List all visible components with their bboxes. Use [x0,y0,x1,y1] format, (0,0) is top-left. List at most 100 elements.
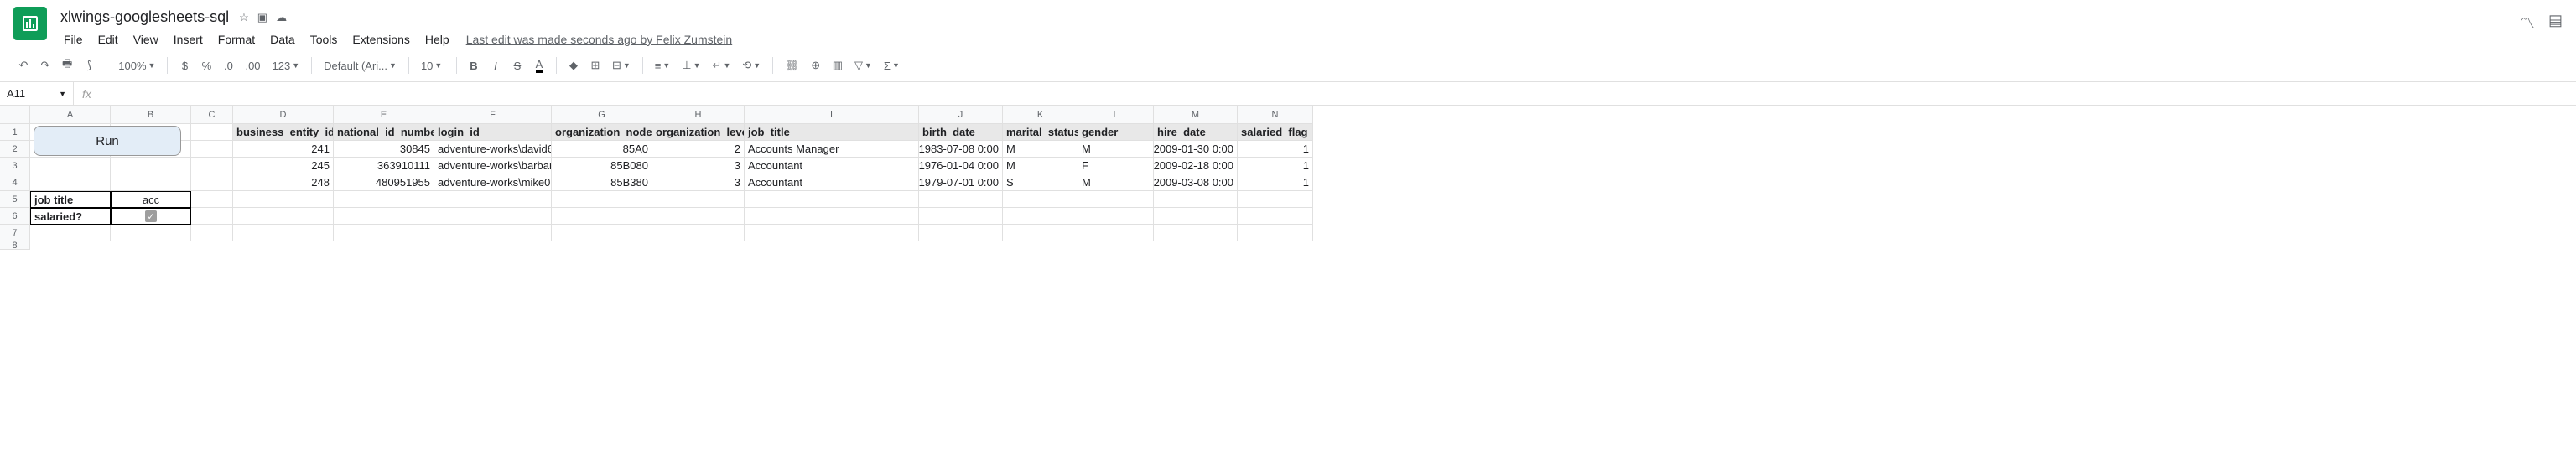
percent-icon[interactable]: % [196,54,216,76]
cell[interactable]: Accountant [745,158,919,174]
cell[interactable] [1078,225,1154,241]
col-header[interactable]: J [919,106,1003,124]
format-dropdown[interactable]: 123▼ [267,56,305,75]
chart-icon[interactable]: ▥ [828,54,848,76]
row-header[interactable]: 3 [0,158,30,174]
font-size-dropdown[interactable]: 10▼ [416,56,449,75]
cell[interactable] [552,208,652,225]
cell[interactable] [1003,208,1078,225]
cell[interactable] [1154,208,1238,225]
cell[interactable] [233,208,334,225]
cell[interactable]: 1983-07-08 0:00 [919,141,1003,158]
cell[interactable] [334,191,434,208]
activity-icon[interactable]: 〽 [2520,12,2535,34]
move-icon[interactable]: ▣ [257,11,267,24]
cell[interactable] [552,225,652,241]
doc-title[interactable]: xlwings-googlesheets-sql [57,7,232,28]
cell[interactable]: 480951955 [334,174,434,191]
cell[interactable]: 30845 [334,141,434,158]
table-header[interactable]: business_entity_id [233,124,334,141]
col-header[interactable]: N [1238,106,1313,124]
cell[interactable] [191,174,233,191]
redo-icon[interactable]: ↷ [35,54,55,76]
col-header[interactable]: D [233,106,334,124]
undo-icon[interactable]: ↶ [13,54,34,76]
menu-format[interactable]: Format [211,29,262,49]
row-header[interactable]: 5 [0,191,30,208]
cell[interactable] [233,225,334,241]
italic-icon[interactable]: I [486,54,506,76]
cell[interactable]: M [1078,174,1154,191]
cell[interactable]: 241 [233,141,334,158]
decrease-decimal-icon[interactable]: .0 [218,54,238,76]
cell[interactable] [334,225,434,241]
table-header[interactable]: national_id_number [334,124,434,141]
col-header[interactable]: E [334,106,434,124]
cell[interactable] [1003,225,1078,241]
menu-view[interactable]: View [127,29,165,49]
cell[interactable]: 1 [1238,174,1313,191]
checkbox-icon[interactable] [145,210,157,222]
cell[interactable] [1238,208,1313,225]
functions-dropdown[interactable]: Σ▼ [879,56,905,75]
table-header[interactable]: gender [1078,124,1154,141]
param-checkbox[interactable] [111,208,191,225]
cell[interactable]: Accountant [745,174,919,191]
cell[interactable]: 363910111 [334,158,434,174]
comments-icon[interactable]: ▤ [2548,12,2563,29]
cell[interactable] [233,191,334,208]
row-header[interactable]: 8 [0,241,30,250]
table-header[interactable]: salaried_flag [1238,124,1313,141]
cell[interactable]: 85A0 [552,141,652,158]
cloud-icon[interactable]: ☁ [276,11,287,24]
formula-input[interactable] [100,82,2576,105]
cell[interactable] [30,225,111,241]
col-header[interactable]: I [745,106,919,124]
filter-dropdown[interactable]: ▽▼ [849,55,877,75]
param-value[interactable]: acc [111,191,191,208]
cell[interactable]: F [1078,158,1154,174]
cell[interactable] [334,208,434,225]
cell[interactable] [745,208,919,225]
cell[interactable] [919,208,1003,225]
borders-icon[interactable]: ⊞ [585,54,605,76]
cell[interactable]: 248 [233,174,334,191]
table-header[interactable]: organization_node [552,124,652,141]
select-all-corner[interactable] [0,106,30,124]
currency-icon[interactable]: $ [174,54,195,76]
table-header[interactable]: marital_status [1003,124,1078,141]
row-header[interactable]: 7 [0,225,30,241]
comment-icon[interactable]: ⊕ [806,54,826,76]
menu-data[interactable]: Data [263,29,302,49]
cell[interactable] [111,158,191,174]
row-header[interactable]: 1 [0,124,30,141]
strike-icon[interactable]: S [507,54,527,76]
col-header[interactable]: A [30,106,111,124]
run-button[interactable]: Run [34,126,181,156]
menu-extensions[interactable]: Extensions [345,29,416,49]
cell[interactable]: 3 [652,158,745,174]
text-color-icon[interactable]: A [529,54,549,76]
cell[interactable] [652,208,745,225]
table-header[interactable]: organization_level [652,124,745,141]
cell[interactable]: adventure-works\mike0 [434,174,552,191]
merge-dropdown[interactable]: ⊟▼ [607,55,636,75]
cell[interactable]: 2009-03-08 0:00 [1154,174,1238,191]
link-icon[interactable]: ⛓ [780,54,804,76]
cell[interactable] [111,225,191,241]
col-header[interactable]: C [191,106,233,124]
bold-icon[interactable]: B [464,54,484,76]
table-header[interactable]: login_id [434,124,552,141]
table-header[interactable]: job_title [745,124,919,141]
cell[interactable]: 85B380 [552,174,652,191]
col-header[interactable]: H [652,106,745,124]
cell[interactable]: 85B080 [552,158,652,174]
cell[interactable]: M [1078,141,1154,158]
cell[interactable] [1078,191,1154,208]
cell[interactable] [1154,225,1238,241]
cell[interactable] [191,225,233,241]
cell[interactable]: 3 [652,174,745,191]
table-header[interactable]: birth_date [919,124,1003,141]
rotate-dropdown[interactable]: ⟲▼ [737,55,766,75]
cell[interactable]: S [1003,174,1078,191]
